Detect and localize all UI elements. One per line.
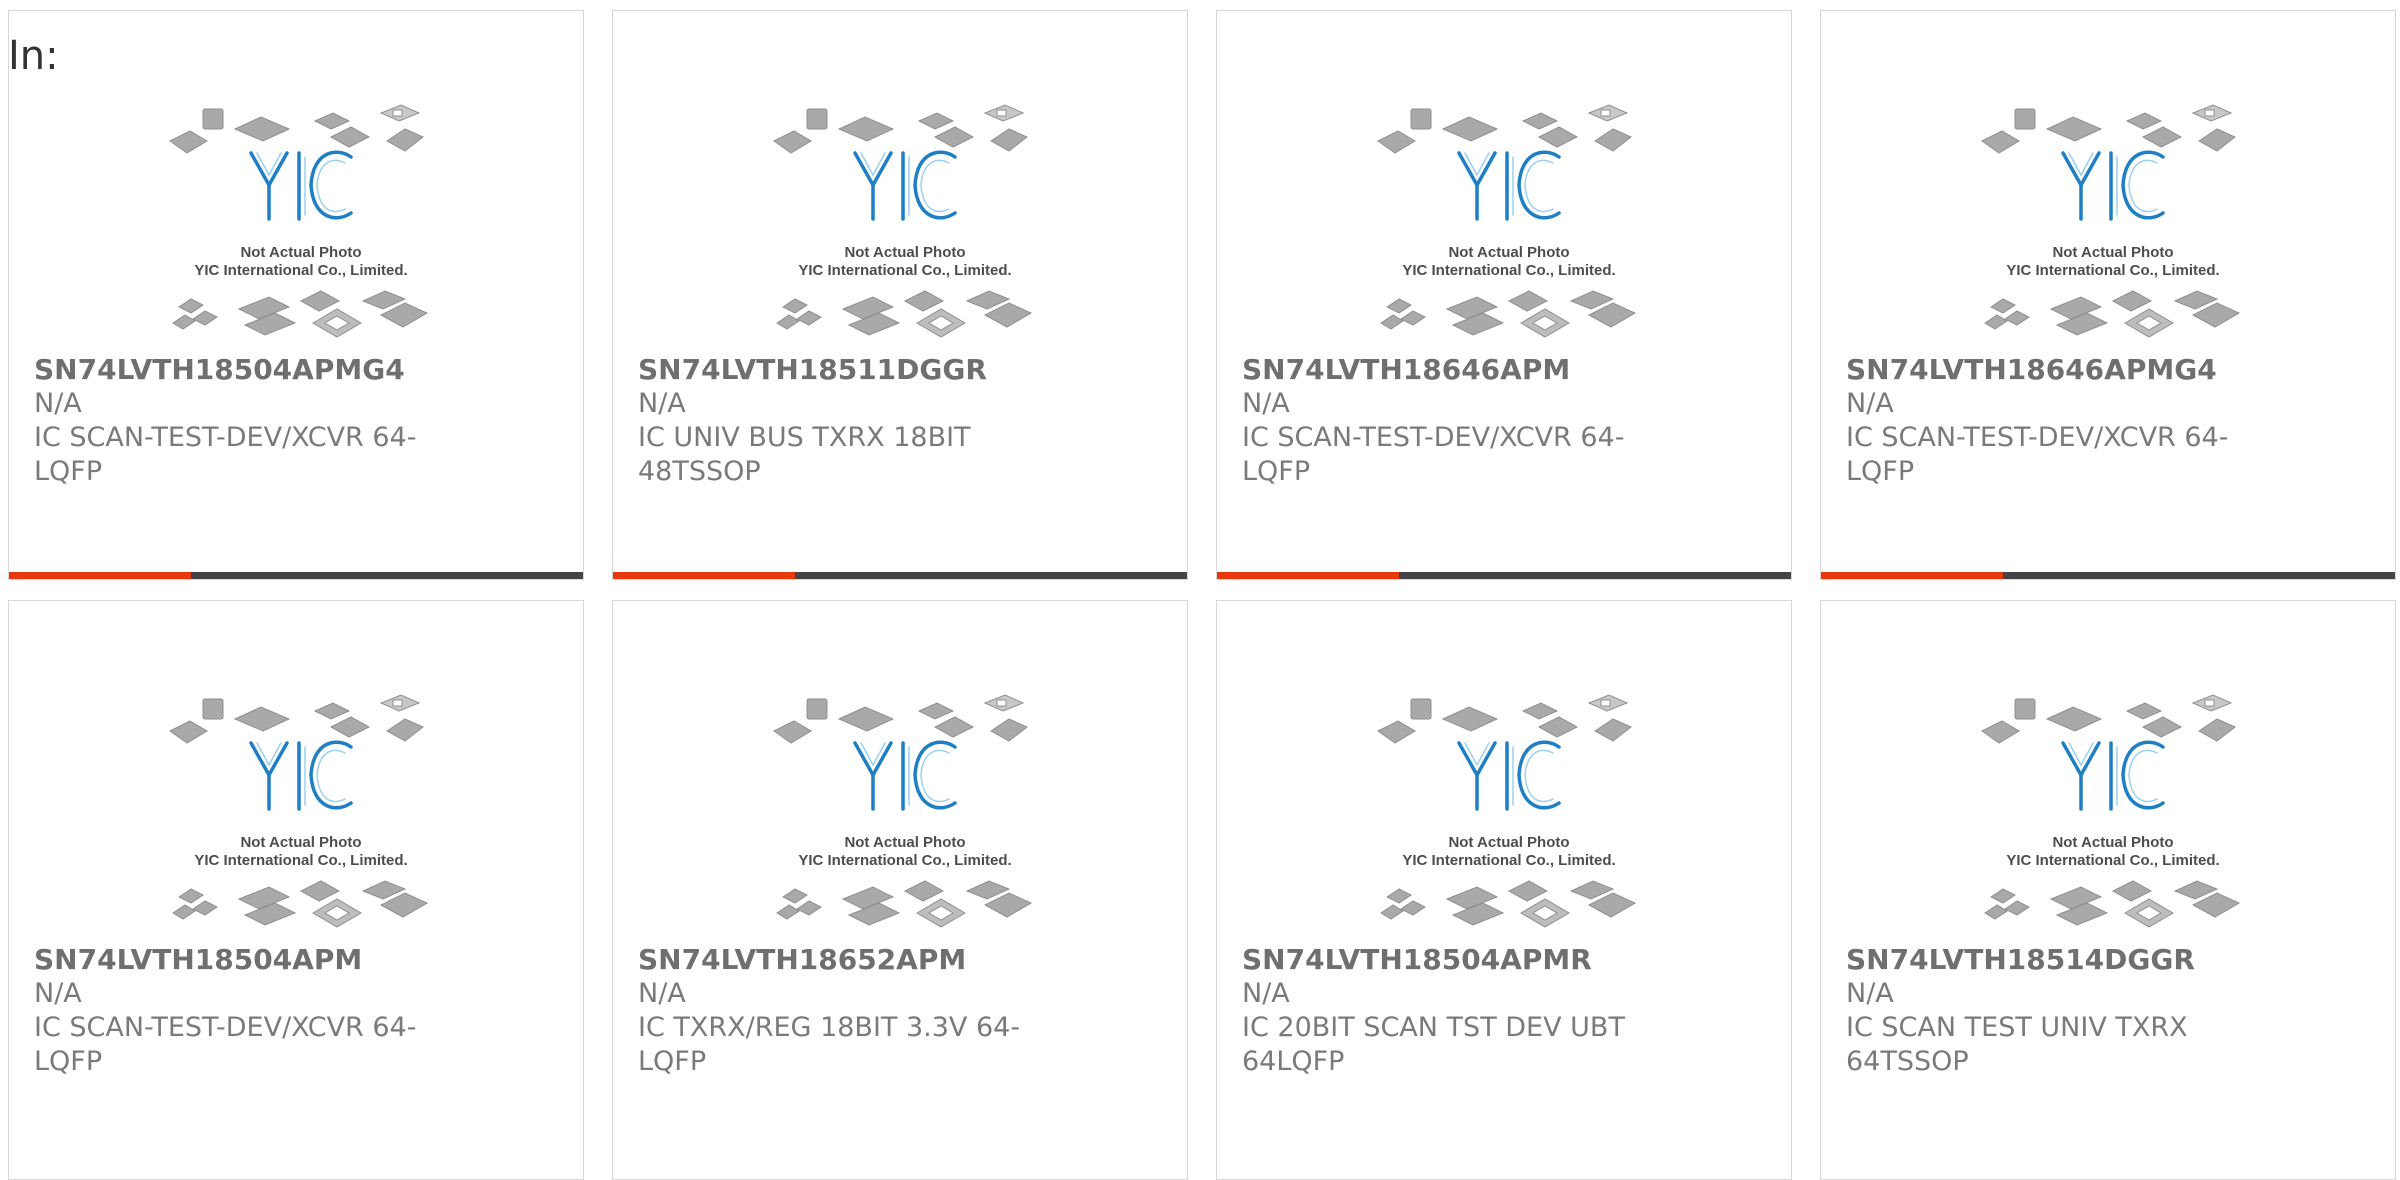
photo-disclaimer-line2: YIC International Co., Limited.	[194, 262, 407, 279]
card-bottom-accent	[1217, 572, 1399, 579]
card-bottom-accent	[1821, 572, 2003, 579]
photo-disclaimer-line2: YIC International Co., Limited.	[1402, 262, 1615, 279]
product-info: SN74LVTH18652APM N/A IC TXRX/REG 18BIT 3…	[638, 943, 1118, 1079]
card-bottom-bar	[613, 572, 1187, 579]
part-number-link[interactable]: SN74LVTH18646APM	[1242, 353, 1722, 387]
product-card-1[interactable]: Not Actual Photo YIC International Co., …	[8, 10, 584, 580]
product-card-2[interactable]: Not Actual Photo YIC International Co., …	[612, 10, 1188, 580]
product-photo-placeholder[interactable]: Not Actual Photo YIC International Co., …	[165, 691, 437, 939]
product-info: SN74LVTH18646APM N/A IC SCAN-TEST-DEV/XC…	[1242, 353, 1722, 489]
ic-chips-placeholder-image: Not Actual Photo YIC International Co., …	[773, 694, 1033, 928]
manufacturer-text: N/A	[34, 388, 82, 419]
product-photo-placeholder[interactable]: Not Actual Photo YIC International Co., …	[769, 101, 1041, 349]
photo-disclaimer-line2: YIC International Co., Limited.	[194, 852, 407, 869]
ic-chips-placeholder-image: Not Actual Photo YIC International Co., …	[169, 694, 429, 928]
product-description: IC 20BIT SCAN TST DEV UBT 64LQFP	[1242, 1012, 1625, 1077]
product-info: SN74LVTH18504APM N/A IC SCAN-TEST-DEV/XC…	[34, 943, 514, 1079]
product-card-6[interactable]: Not Actual Photo YIC International Co., …	[612, 600, 1188, 1180]
product-description: IC SCAN-TEST-DEV/XCVR 64-LQFP	[1846, 422, 2229, 487]
manufacturer-text: N/A	[638, 978, 686, 1009]
product-card-4[interactable]: Not Actual Photo YIC International Co., …	[1820, 10, 2396, 580]
manufacturer-text: N/A	[1242, 978, 1290, 1009]
photo-disclaimer-line2: YIC International Co., Limited.	[2006, 262, 2219, 279]
photo-disclaimer-line2: YIC International Co., Limited.	[2006, 852, 2219, 869]
part-number-link[interactable]: SN74LVTH18514DGGR	[1846, 943, 2326, 977]
photo-disclaimer-line1: Not Actual Photo	[1448, 834, 1569, 851]
manufacturer-text: N/A	[1242, 388, 1290, 419]
product-photo-placeholder[interactable]: Not Actual Photo YIC International Co., …	[1977, 691, 2249, 939]
photo-disclaimer-line2: YIC International Co., Limited.	[1402, 852, 1615, 869]
manufacturer-text: N/A	[638, 388, 686, 419]
part-number-link[interactable]: SN74LVTH18504APMR	[1242, 943, 1722, 977]
ic-chips-placeholder-image: Not Actual Photo YIC International Co., …	[1981, 694, 2241, 928]
product-description: IC SCAN-TEST-DEV/XCVR 64-LQFP	[34, 422, 417, 487]
product-card-3[interactable]: Not Actual Photo YIC International Co., …	[1216, 10, 1792, 580]
product-info: SN74LVTH18511DGGR N/A IC UNIV BUS TXRX 1…	[638, 353, 1118, 489]
manufacturer-text: N/A	[1846, 388, 1894, 419]
product-description: IC SCAN-TEST-DEV/XCVR 64-LQFP	[34, 1012, 417, 1077]
photo-disclaimer-line1: Not Actual Photo	[2052, 244, 2173, 261]
card-bottom-bar	[1821, 572, 2395, 579]
ic-chips-placeholder-image: Not Actual Photo YIC International Co., …	[1377, 694, 1637, 928]
card-bottom-accent	[9, 572, 191, 579]
photo-disclaimer-line1: Not Actual Photo	[844, 834, 965, 851]
product-card-5[interactable]: Not Actual Photo YIC International Co., …	[8, 600, 584, 1180]
product-info: SN74LVTH18504APMG4 N/A IC SCAN-TEST-DEV/…	[34, 353, 514, 489]
photo-disclaimer-line1: Not Actual Photo	[240, 244, 361, 261]
product-photo-placeholder[interactable]: Not Actual Photo YIC International Co., …	[1977, 101, 2249, 349]
manufacturer-text: N/A	[1846, 978, 1894, 1009]
product-description: IC UNIV BUS TXRX 18BIT 48TSSOP	[638, 422, 971, 487]
product-info: SN74LVTH18504APMR N/A IC 20BIT SCAN TST …	[1242, 943, 1722, 1079]
product-description: IC TXRX/REG 18BIT 3.3V 64-LQFP	[638, 1012, 1021, 1077]
part-number-link[interactable]: SN74LVTH18511DGGR	[638, 353, 1118, 387]
product-description: IC SCAN-TEST-DEV/XCVR 64-LQFP	[1242, 422, 1625, 487]
photo-disclaimer-line2: YIC International Co., Limited.	[798, 852, 1011, 869]
product-photo-placeholder[interactable]: Not Actual Photo YIC International Co., …	[1373, 691, 1645, 939]
manufacturer-text: N/A	[34, 978, 82, 1009]
product-photo-placeholder[interactable]: Not Actual Photo YIC International Co., …	[769, 691, 1041, 939]
part-number-link[interactable]: SN74LVTH18504APMG4	[34, 353, 514, 387]
product-info: SN74LVTH18514DGGR N/A IC SCAN TEST UNIV …	[1846, 943, 2326, 1079]
product-info: SN74LVTH18646APMG4 N/A IC SCAN-TEST-DEV/…	[1846, 353, 2326, 489]
product-card-8[interactable]: Not Actual Photo YIC International Co., …	[1820, 600, 2396, 1180]
card-bottom-bar	[9, 572, 583, 579]
card-bottom-accent	[613, 572, 795, 579]
ic-chips-placeholder-image: Not Actual Photo YIC International Co., …	[169, 104, 429, 338]
ic-chips-placeholder-image: Not Actual Photo YIC International Co., …	[1377, 104, 1637, 338]
photo-disclaimer-line2: YIC International Co., Limited.	[798, 262, 1011, 279]
photo-disclaimer-line1: Not Actual Photo	[240, 834, 361, 851]
product-description: IC SCAN TEST UNIV TXRX 64TSSOP	[1846, 1012, 2188, 1077]
product-card-7[interactable]: Not Actual Photo YIC International Co., …	[1216, 600, 1792, 1180]
part-number-link[interactable]: SN74LVTH18652APM	[638, 943, 1118, 977]
ic-chips-placeholder-image: Not Actual Photo YIC International Co., …	[773, 104, 1033, 338]
card-bottom-bar	[1217, 572, 1791, 579]
photo-disclaimer-line1: Not Actual Photo	[844, 244, 965, 261]
part-number-link[interactable]: SN74LVTH18504APM	[34, 943, 514, 977]
product-photo-placeholder[interactable]: Not Actual Photo YIC International Co., …	[165, 101, 437, 349]
photo-disclaimer-line1: Not Actual Photo	[1448, 244, 1569, 261]
part-number-link[interactable]: SN74LVTH18646APMG4	[1846, 353, 2326, 387]
photo-disclaimer-line1: Not Actual Photo	[2052, 834, 2173, 851]
product-photo-placeholder[interactable]: Not Actual Photo YIC International Co., …	[1373, 101, 1645, 349]
filter-in-label: In:	[8, 33, 59, 79]
ic-chips-placeholder-image: Not Actual Photo YIC International Co., …	[1981, 104, 2241, 338]
